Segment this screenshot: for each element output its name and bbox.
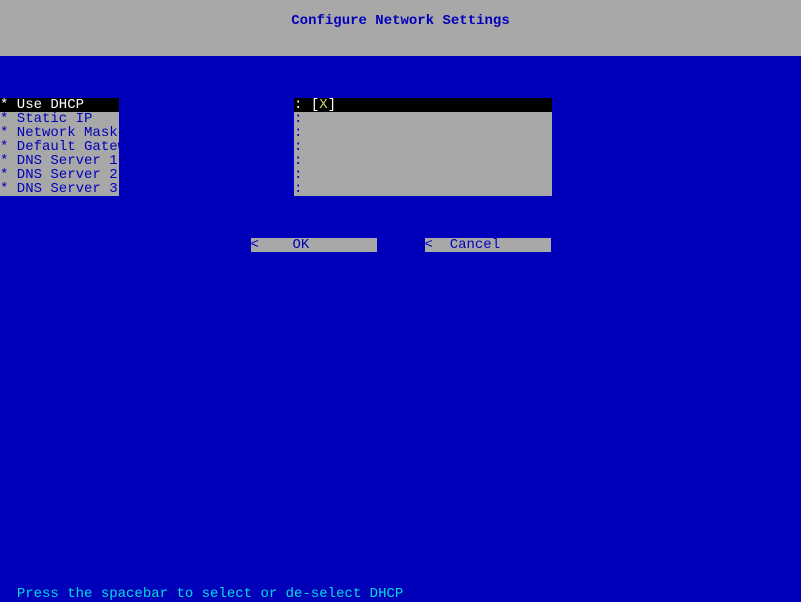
value-row[interactable]: : bbox=[294, 112, 552, 126]
title-bar: Configure Network Settings bbox=[0, 0, 801, 56]
label-row[interactable]: * Use DHCP bbox=[0, 98, 119, 112]
values-column: : [X]:::::: bbox=[294, 98, 552, 196]
label-row[interactable]: * Static IP bbox=[0, 112, 119, 126]
value-row[interactable]: : bbox=[294, 168, 552, 182]
status-bar: Press the spacebar to select or de-selec… bbox=[0, 573, 403, 587]
cancel-button[interactable]: < Cancel > bbox=[425, 238, 551, 252]
value-row[interactable]: : bbox=[294, 126, 552, 140]
value-row[interactable]: : bbox=[294, 140, 552, 154]
status-text: Press the spacebar to select or de-selec… bbox=[17, 586, 403, 602]
label-row[interactable]: * Default Gateway bbox=[0, 140, 119, 154]
ok-button[interactable]: < OK > bbox=[251, 238, 377, 252]
label-row[interactable]: * Network Mask bbox=[0, 126, 119, 140]
labels-column: * Use DHCP* Static IP* Network Mask* Def… bbox=[0, 98, 119, 196]
value-row[interactable]: : bbox=[294, 182, 552, 196]
label-row[interactable]: * DNS Server 1 bbox=[0, 154, 119, 168]
buttons-row: < OK > < Cancel > bbox=[0, 238, 801, 252]
value-row[interactable]: : [X] bbox=[294, 98, 552, 112]
label-row[interactable]: * DNS Server 2 bbox=[0, 168, 119, 182]
page-title: Configure Network Settings bbox=[291, 13, 509, 29]
value-row[interactable]: : bbox=[294, 154, 552, 168]
label-row[interactable]: * DNS Server 3 bbox=[0, 182, 119, 196]
